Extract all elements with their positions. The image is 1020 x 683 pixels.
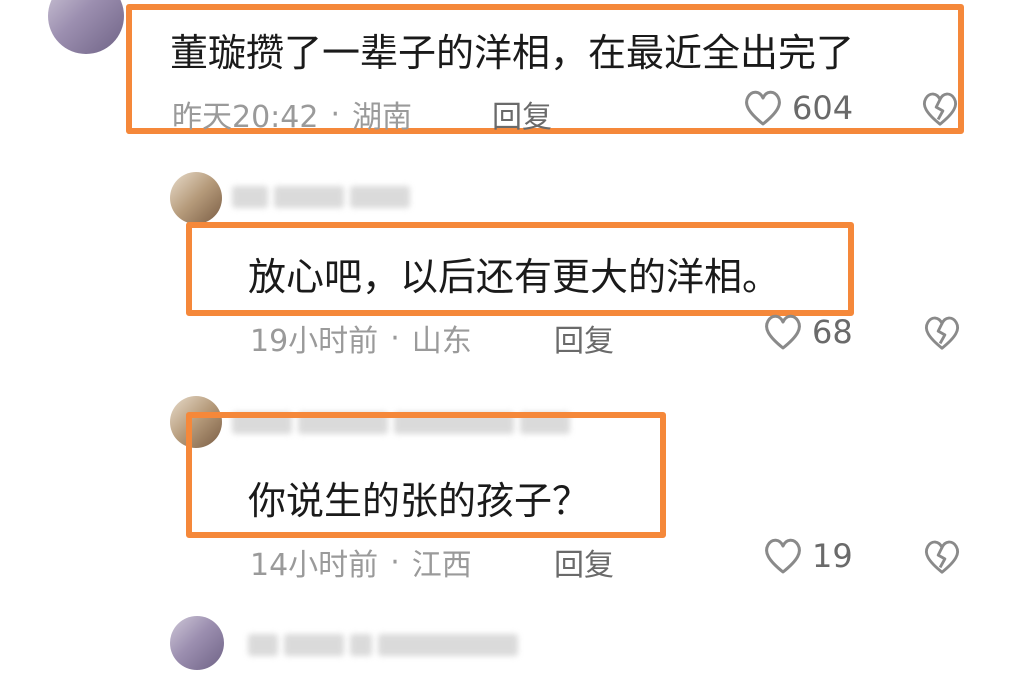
avatar[interactable] (170, 172, 222, 224)
comment-location: 湖南 (352, 100, 413, 135)
like-count: 604 (792, 89, 854, 127)
reply-button[interactable]: 回复 (554, 540, 614, 584)
like-button[interactable]: 19 (762, 536, 853, 576)
heart-outline-icon (762, 312, 804, 352)
meta-separator: · (330, 96, 341, 132)
heart-outline-icon (762, 536, 804, 576)
meta-separator: · (390, 320, 400, 356)
comment-time: 昨天20:42 (172, 100, 319, 135)
reply-button[interactable]: 回复 (554, 316, 614, 360)
comment-location: 江西 (411, 548, 472, 583)
comment-meta: 昨天20:42 · 湖南 (172, 92, 412, 136)
avatar[interactable] (48, 0, 124, 54)
like-count: 68 (812, 313, 853, 351)
reply-button[interactable]: 回复 (492, 92, 552, 136)
meta-separator: · (390, 544, 400, 580)
comment-time: 14小时前 (250, 548, 379, 583)
comment-meta: 14小时前 · 江西 (250, 540, 472, 584)
broken-heart-icon[interactable] (920, 90, 960, 128)
comment-text: 放心吧，以后还有更大的洋相。 (248, 255, 781, 299)
comment-location: 山东 (411, 324, 472, 359)
heart-outline-icon (742, 88, 784, 128)
username-blurred (248, 634, 518, 656)
comment-time: 19小时前 (250, 324, 379, 359)
username-blurred (232, 186, 410, 208)
like-count: 19 (812, 537, 853, 575)
comment-text: 你说生的张的孩子？ (248, 479, 591, 523)
avatar[interactable] (170, 616, 224, 670)
like-button[interactable]: 68 (762, 312, 853, 352)
broken-heart-icon[interactable] (922, 538, 962, 576)
like-button[interactable]: 604 (742, 88, 853, 128)
broken-heart-icon[interactable] (922, 314, 962, 352)
comment-meta: 19小时前 · 山东 (250, 316, 472, 360)
comment-text: 董璇攒了一辈子的洋相，在最近全出完了 (170, 31, 855, 75)
